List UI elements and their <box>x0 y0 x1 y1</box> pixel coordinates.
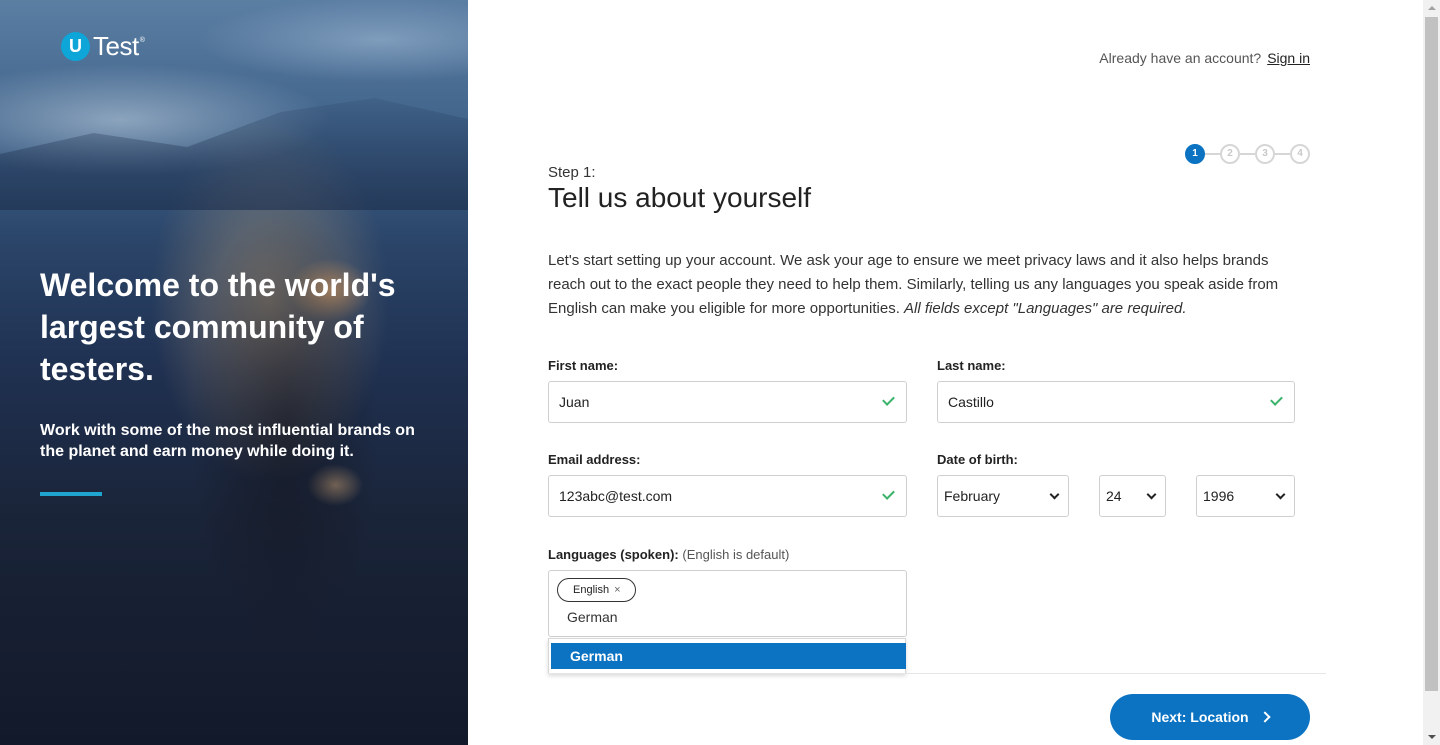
scroll-up-button[interactable] <box>1423 0 1440 17</box>
intro-paragraph: Let's start setting up your account. We … <box>548 249 1310 321</box>
hero-accent-bar <box>40 492 102 496</box>
last-name-input[interactable]: Castillo <box>937 381 1295 423</box>
hero-subtitle: Work with some of the most influential b… <box>40 422 415 460</box>
hero-title: Welcome to the world's largest community… <box>40 267 396 387</box>
languages-label-text: Languages (spoken): <box>548 547 679 562</box>
email-label: Email address: <box>548 452 641 467</box>
page-scrollbar[interactable] <box>1423 0 1440 745</box>
last-name-value: Castillo <box>948 394 994 410</box>
chevron-right-icon <box>1258 711 1271 723</box>
hero-panel: U Test ® Welcome to the world's largest … <box>0 0 468 745</box>
step-1-indicator: 1 <box>1185 144 1205 164</box>
chip-label: English <box>573 584 610 596</box>
logo-trademark: ® <box>139 37 145 44</box>
suggestion-option[interactable]: German <box>551 643 906 669</box>
page-title: Tell us about yourself <box>548 182 812 213</box>
arrow-up-icon <box>1428 6 1436 10</box>
email-input[interactable]: 123abc@test.com <box>548 475 907 517</box>
first-name-value: Juan <box>559 394 590 410</box>
step-4-indicator: 4 <box>1290 144 1310 164</box>
valid-check-icon <box>882 393 895 406</box>
languages-multiselect[interactable]: English × German <box>548 570 907 637</box>
step-label: Step 1: <box>548 164 596 181</box>
first-name-input[interactable]: Juan <box>548 381 907 423</box>
dob-month-value: February <box>944 488 1001 504</box>
step-connector <box>1240 153 1255 155</box>
chevron-down-icon <box>1146 489 1157 500</box>
dob-day-value: 24 <box>1106 488 1122 504</box>
step-3-indicator: 3 <box>1255 144 1275 164</box>
email-value: 123abc@test.com <box>559 488 673 504</box>
signin-prompt-text: Already have an account? <box>1099 50 1262 66</box>
languages-search-input[interactable]: German <box>567 609 618 625</box>
next-button-label: Next: Location <box>1151 709 1249 725</box>
logo-text: Test <box>93 31 139 61</box>
dob-year-value: 1996 <box>1203 488 1235 504</box>
close-icon[interactable]: × <box>614 579 620 601</box>
dob-label: Date of birth: <box>937 452 1018 467</box>
languages-suggestions: German <box>548 638 906 674</box>
step-2-indicator: 2 <box>1220 144 1240 164</box>
signin-link[interactable]: Sign in <box>1267 50 1310 66</box>
valid-check-icon <box>882 487 895 500</box>
step-connector <box>1275 153 1290 155</box>
dob-month-select[interactable]: February <box>937 475 1069 517</box>
next-location-button[interactable]: Next: Location <box>1110 694 1310 740</box>
valid-check-icon <box>1270 393 1283 406</box>
dob-year-select[interactable]: 1996 <box>1196 475 1295 517</box>
intro-required-note: All fields except "Languages" are requir… <box>904 300 1187 317</box>
scroll-thumb[interactable] <box>1425 17 1438 691</box>
logo-badge: U <box>61 32 90 61</box>
last-name-label: Last name: <box>937 358 1006 373</box>
form-divider <box>548 673 1326 674</box>
progress-stepper: 1 2 3 4 <box>1185 144 1310 164</box>
utest-logo[interactable]: U Test ® <box>61 31 145 62</box>
language-chip-english: English × <box>557 578 636 602</box>
arrow-down-icon <box>1428 735 1436 739</box>
languages-hint: (English is default) <box>682 547 790 562</box>
chevron-down-icon <box>1049 489 1060 500</box>
step-connector <box>1205 153 1220 155</box>
chevron-down-icon <box>1275 489 1286 500</box>
dob-day-select[interactable]: 24 <box>1099 475 1166 517</box>
scroll-down-button[interactable] <box>1423 728 1440 745</box>
languages-label: Languages (spoken): (English is default) <box>548 547 789 562</box>
first-name-label: First name: <box>548 358 619 373</box>
signin-prompt: Already have an account? Sign in <box>1099 50 1310 66</box>
